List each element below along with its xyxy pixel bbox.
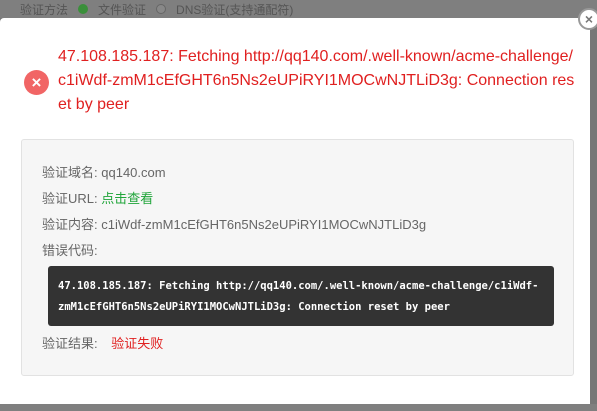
domain-row: 验证域名: qq140.com [42,162,166,181]
result-value: 验证失败 [111,336,164,351]
domain-value: qq140.com [101,165,166,180]
background-page-strip: 验证方法 文件验证 DNS验证(支持通配符) [0,0,597,18]
error-code-row: 错误代码: [42,240,98,259]
content-label: 验证内容: [42,217,98,232]
result-row: 验证结果: 验证失败 [42,333,163,352]
error-icon-symbol: × [31,73,42,92]
content-value: c1iWdf-zmM1cEfGHT6n5Ns2eUPiRYI1MOCwNJTLi… [101,217,427,232]
details-panel: 验证域名: qq140.com 验证URL: 点击查看 验证内容: c1iWdf… [21,139,574,376]
background-option-file: 文件验证 [98,2,147,17]
close-icon: × [584,11,594,27]
radio-dns-icon [156,4,167,14]
result-label: 验证结果: [42,336,98,351]
error-code-label: 错误代码: [42,243,98,258]
background-option-dns: DNS验证(支持通配符) [176,2,294,17]
close-button[interactable]: × [578,8,597,30]
url-row: 验证URL: 点击查看 [42,188,153,207]
radio-file-icon [78,4,89,14]
domain-label: 验证域名: [42,165,98,180]
background-method-label: 验证方法 [20,2,69,17]
background-bottom [0,404,597,411]
error-title: 47.108.185.187: Fetching http://qq140.co… [58,48,575,113]
url-label: 验证URL: [42,191,98,206]
view-url-link[interactable]: 点击查看 [101,191,153,206]
content-row: 验证内容: c1iWdf-zmM1cEfGHT6n5Ns2eUPiRYI1MOC… [42,214,426,233]
error-code-box: 47.108.185.187: Fetching http://qq140.co… [48,266,554,326]
error-dialog: × 47.108.185.187: Fetching http://qq140.… [0,18,590,404]
error-icon: × [24,70,49,95]
